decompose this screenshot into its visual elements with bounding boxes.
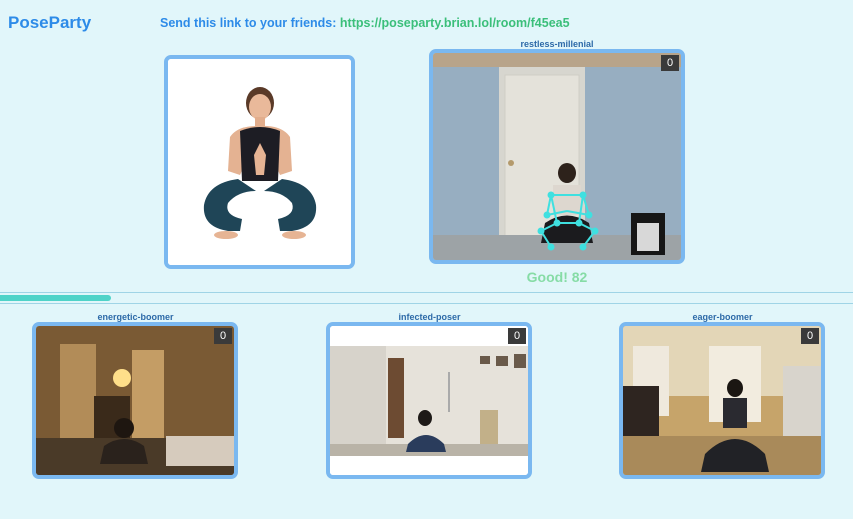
player-score: 0 [801,328,819,344]
pose-reference-tile [164,55,355,269]
player-video-frame [36,326,234,475]
round-progress-fill [0,295,111,301]
invite-link[interactable]: https://poseparty.brian.lol/room/f45ea5 [340,16,570,30]
main-player-video-frame [433,53,681,260]
player-score: 0 [508,328,526,344]
pose-feedback: Good! 82 [526,269,588,285]
app-logo[interactable]: PoseParty [8,13,91,33]
invite-text: Send this link to your friends: https://… [160,16,570,30]
player-video-frame [330,326,528,475]
player-name: eager-boomer [692,312,753,322]
player-video: 0 [32,322,238,479]
player-name: energetic-boomer [97,312,174,322]
main-player-video: 0 [429,49,685,264]
pose-reference-image [168,59,351,265]
player-video: 0 [326,322,532,479]
invite-prefix: Send this link to your friends: [160,16,340,30]
round-progress-bar [0,292,853,304]
player-video-frame [623,326,821,475]
main-player-score: 0 [661,55,679,71]
player-score: 0 [214,328,232,344]
player-video: 0 [619,322,825,479]
player-name: infected-poser [398,312,461,322]
main-player-name: restless-millenial [520,39,594,49]
